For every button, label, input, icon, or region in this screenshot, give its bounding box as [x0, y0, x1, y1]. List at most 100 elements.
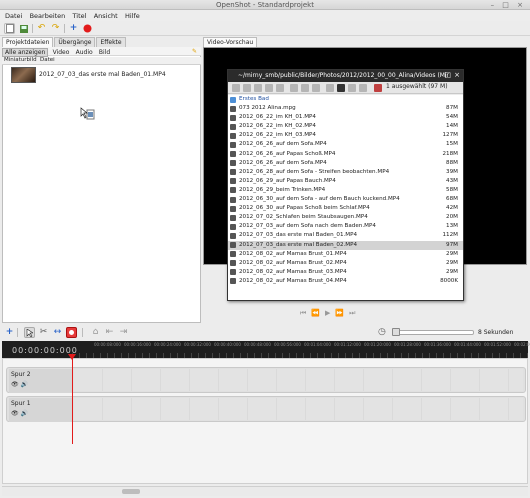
file-item[interactable]: 2012_06_22_im KH_02.MP4 14M	[228, 122, 463, 131]
playback-controls: ⏮⏪▶⏩⏭	[300, 309, 360, 318]
paste-icon[interactable]	[301, 84, 309, 92]
window-controls[interactable]: – □ ×	[491, 1, 526, 9]
file-item[interactable]: 073 2012 Alina.mpg 87M	[228, 104, 463, 113]
jump-start-icon[interactable]: ⏮	[300, 309, 311, 317]
tab-uebergaenge[interactable]: Übergänge	[54, 37, 96, 47]
file-size: 88M	[446, 159, 458, 166]
previous-marker-icon[interactable]: ⇤	[104, 327, 115, 338]
file-item[interactable]: 2012_06_26_auf dem Sofa.MP4 15M	[228, 140, 463, 149]
redo-icon[interactable]: ↷	[50, 23, 61, 34]
file-item[interactable]: 2012_08_02_auf Mamas Brust_03.MP4 29M	[228, 268, 463, 277]
column-thumbnail[interactable]: Miniaturbild	[4, 57, 37, 63]
menu-datei[interactable]: Datei	[5, 12, 22, 20]
menu-ansicht[interactable]: Ansicht	[94, 12, 118, 20]
forward-icon[interactable]	[243, 84, 251, 92]
file-size: 14M	[446, 123, 458, 130]
rewind-icon[interactable]: ⏪	[311, 309, 325, 317]
up-icon[interactable]	[254, 84, 262, 92]
track-lane[interactable]	[74, 369, 523, 391]
video-file-icon	[230, 205, 236, 212]
file-name: 2012_07_03_auf dem Sofa nach dem Baden.M…	[239, 223, 376, 230]
add-marker-icon[interactable]: ⌂	[90, 327, 101, 338]
timeline-scrollbar[interactable]	[2, 486, 528, 496]
preview-eye-icon[interactable]	[337, 84, 345, 92]
home-icon[interactable]	[265, 84, 273, 92]
file-item[interactable]: 2012_07_02_Schlafen beim Staubsaugen.MP4…	[228, 213, 463, 222]
track-spur-2[interactable]: Spur 2 👁 🔊	[6, 367, 526, 393]
add-track-icon[interactable]: +	[4, 327, 15, 338]
file-item[interactable]: 2012_06_28_auf dem Sofa - Streifen beoba…	[228, 168, 463, 177]
file-size: 29M	[446, 250, 458, 257]
select-tool-icon[interactable]	[24, 327, 35, 338]
toolbar-separator	[17, 328, 18, 337]
copy-icon[interactable]	[290, 84, 298, 92]
next-marker-icon[interactable]: ⇥	[118, 327, 129, 338]
view-icon[interactable]	[326, 84, 334, 92]
restore-icon[interactable]: □	[444, 71, 451, 79]
add-file-icon[interactable]: +	[68, 23, 79, 34]
tab-projektdateien[interactable]: Projektdateien	[2, 37, 54, 47]
scrollbar-thumb[interactable]	[122, 489, 140, 494]
menu-hilfe[interactable]: Hilfe	[125, 12, 140, 20]
file-item[interactable]: 2012_06_26_auf Papas Schoß.MP4 218M	[228, 150, 463, 159]
close-icon[interactable]: ×	[454, 71, 460, 79]
track-visibility-icons[interactable]: 👁 🔊	[11, 410, 28, 417]
file-item[interactable]: 2012_06_30_auf Papas Schoß beim Schlaf.M…	[228, 204, 463, 213]
list-view-icon[interactable]	[348, 84, 356, 92]
file-item[interactable]: 2012_08_02_auf Mamas Brust_04.MP4 8000K	[228, 277, 463, 286]
clear-filter-icon[interactable]: ✎	[190, 48, 199, 55]
zoom-slider-handle[interactable]	[392, 328, 400, 336]
file-item[interactable]: 2012_08_02_auf Mamas Brust_01.MP4 29M	[228, 250, 463, 259]
file-item[interactable]: 2012_06_29_auf Papas Bauch.MP4 43M	[228, 177, 463, 186]
video-file-icon	[230, 278, 236, 285]
file-item[interactable]: 2012_06_22_im KH_01.MP4 54M	[228, 113, 463, 122]
file-item[interactable]: 2012_07_03_das erste mal Baden_01.MP4 112…	[228, 231, 463, 240]
menu-titel[interactable]: Titel	[73, 12, 87, 20]
record-icon[interactable]	[82, 23, 93, 34]
tab-video-preview[interactable]: Video-Vorschau	[203, 37, 258, 47]
menu-bearbeiten[interactable]: Bearbeiten	[30, 12, 66, 20]
back-icon[interactable]	[232, 84, 240, 92]
file-size: 43M	[446, 177, 458, 184]
file-item[interactable]: 2012_08_02_auf Mamas Brust_02.MP4 29M	[228, 259, 463, 268]
file-item[interactable]: 2012_07_03_das erste mal Baden_02.MP4 97M	[228, 240, 463, 250]
file-item[interactable]: 2012_06_22_im KH_03.MP4 127M	[228, 131, 463, 140]
fast-forward-icon[interactable]: ⏩	[335, 309, 349, 317]
undo-icon[interactable]: ↶	[36, 23, 47, 34]
filter-alle[interactable]: Alle anzeigen	[2, 48, 49, 57]
file-name: 2012_07_03_das erste mal Baden_02.MP4	[239, 241, 358, 248]
zoom-slider[interactable]	[394, 330, 474, 335]
filter-bar: Alle anzeigen Video Audio Bild ✎	[2, 47, 201, 57]
filter-bild[interactable]: Bild	[97, 49, 112, 56]
track-visibility-icons[interactable]: 👁 🔊	[11, 381, 28, 388]
video-file-icon	[230, 242, 236, 248]
jump-end-icon[interactable]: ⏭	[349, 309, 360, 317]
filter-audio[interactable]: Audio	[74, 49, 95, 56]
preview-tab-strip: Video-Vorschau	[203, 37, 258, 47]
tab-effekte[interactable]: Effekte	[96, 37, 126, 47]
file-size: 20M	[446, 214, 458, 221]
resize-tool-icon[interactable]: ↔	[52, 327, 63, 338]
new-project-icon[interactable]	[4, 23, 15, 34]
list-item[interactable]: 2012_07_03_das erste mal Baden_01.MP4	[3, 66, 200, 83]
file-item[interactable]: 2012_06_29_beim Trinken.MP4 58M	[228, 186, 463, 195]
reload-icon[interactable]	[276, 84, 284, 92]
file-item[interactable]: 2012_07_03_auf dem Sofa nach dem Baden.M…	[228, 222, 463, 231]
trash-icon[interactable]	[374, 84, 382, 92]
timeline-ruler[interactable]: 00:00:00:000 00:00:08:000 00:00:16:000 00:…	[2, 341, 530, 358]
folder-item[interactable]: Erstes Bad	[228, 95, 463, 104]
delete-icon[interactable]	[312, 84, 320, 92]
file-item[interactable]: 2012_06_26_auf dem Sofa.MP4 88M	[228, 159, 463, 168]
track-spur-1[interactable]: Spur 1 👁 🔊	[6, 396, 526, 422]
track-lane[interactable]	[74, 398, 523, 420]
column-file[interactable]: Datei	[40, 57, 55, 63]
ruler-tick-label: 00:00:08:000	[94, 342, 121, 347]
playhead[interactable]	[72, 354, 73, 444]
play-icon[interactable]: ▶	[325, 309, 335, 317]
file-item[interactable]: 2012_06_30_auf dem Sofa - auf dem Bauch …	[228, 195, 463, 204]
razor-tool-icon[interactable]: ✂	[38, 327, 49, 338]
filter-video[interactable]: Video	[51, 49, 72, 56]
detail-view-icon[interactable]	[359, 84, 367, 92]
snapping-icon[interactable]	[66, 327, 77, 338]
save-project-icon[interactable]	[18, 23, 29, 34]
